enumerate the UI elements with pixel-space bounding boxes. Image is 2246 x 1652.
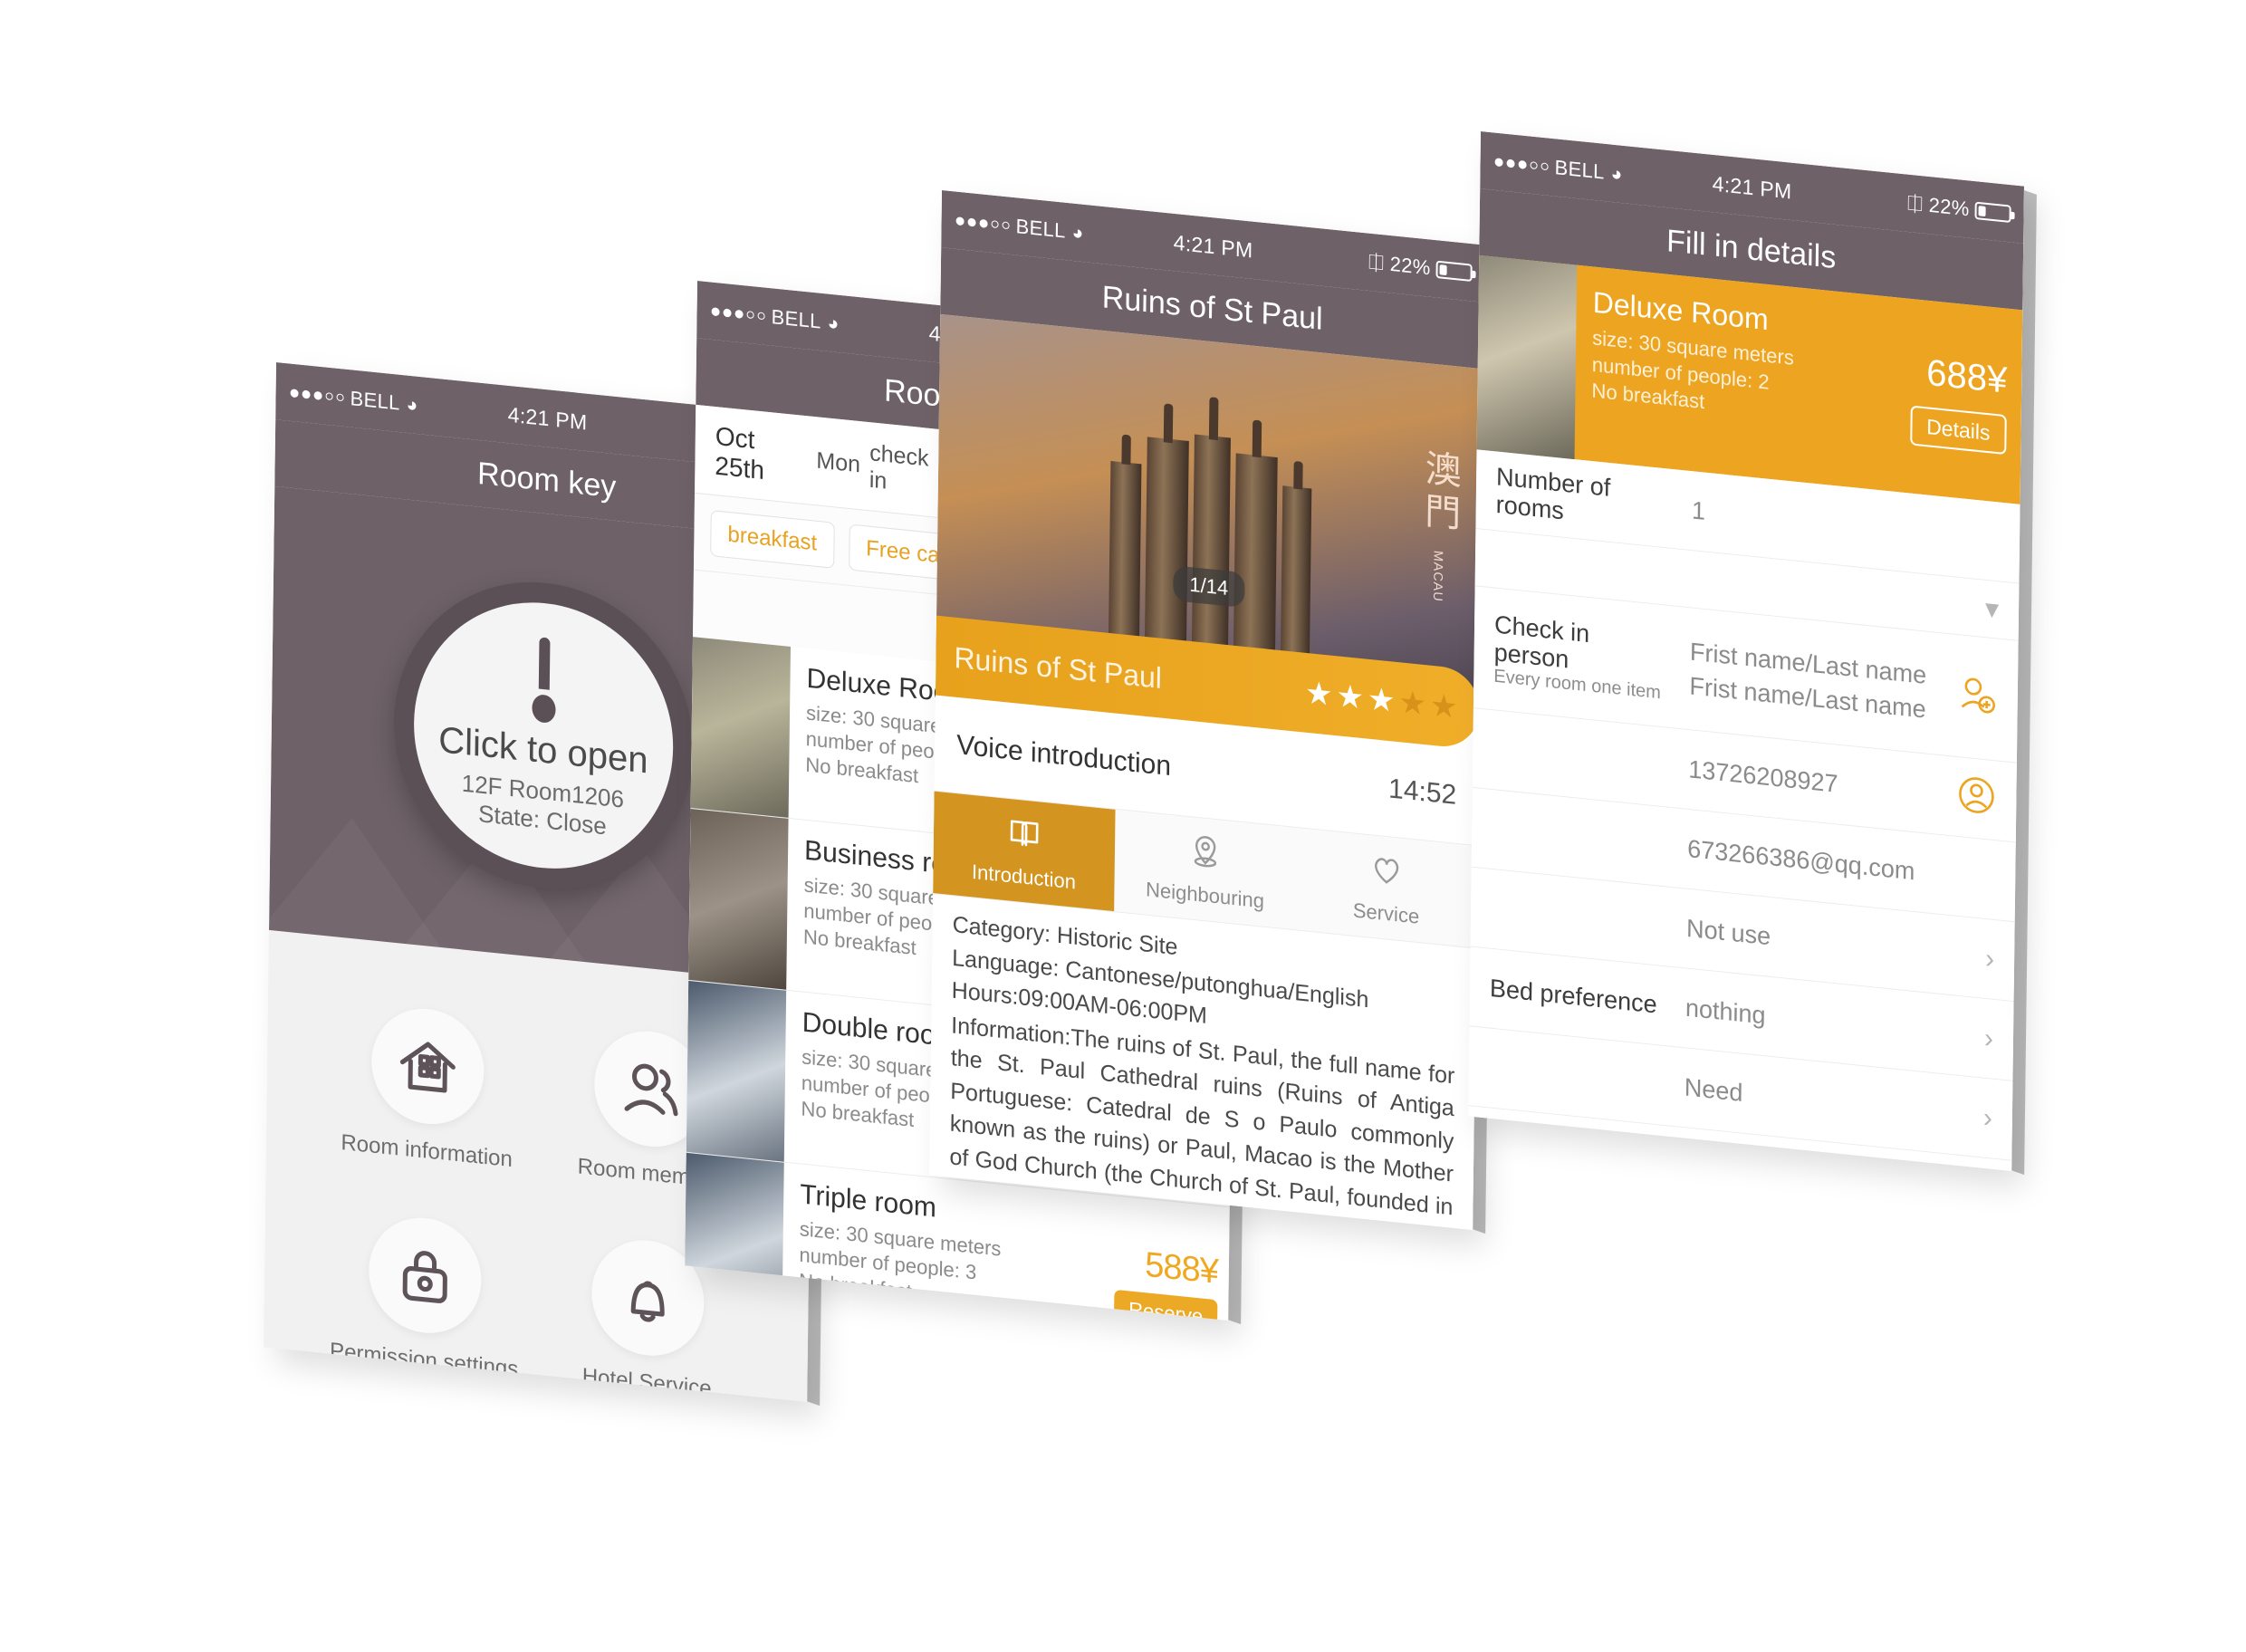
battery-icon	[1974, 201, 2011, 223]
field-value: 1	[1691, 495, 1706, 525]
details-button[interactable]: Details	[1909, 405, 2007, 456]
chevron-right-icon: ›	[1984, 943, 1995, 975]
bluetooth-icon: ⎅	[1368, 249, 1385, 275]
field-value: 13726208927	[1688, 754, 1838, 799]
place-title: Ruins of St Paul	[954, 639, 1163, 695]
field-value: nothing	[1684, 994, 1766, 1030]
chevron-right-icon: ›	[1982, 1101, 1993, 1134]
mockup-stage: BELL ◕ 4:21 PM ⎅ 22% Room key Click t	[0, 0, 2246, 1652]
map-pin-icon	[1187, 831, 1224, 878]
lock-icon	[368, 1212, 483, 1339]
battery-percent: 22%	[1928, 193, 1970, 221]
house-icon	[370, 1003, 485, 1130]
checkin-selector[interactable]: Oct 25th Mon check in ›	[695, 418, 968, 506]
battery-percent: 22%	[1389, 252, 1431, 280]
field-label: Bed preference	[1489, 973, 1657, 1019]
room-thumbnail	[1476, 255, 1578, 460]
macau-watermark: 澳門 MACAU	[1418, 447, 1461, 603]
user-circle-icon[interactable]	[1956, 773, 1997, 825]
battery-icon	[1435, 260, 1473, 282]
field-label: Number of rooms	[1495, 462, 1611, 525]
tab-label: Introduction	[971, 860, 1077, 894]
checkin-date: Oct 25th	[715, 420, 765, 485]
room-thumbnail	[686, 980, 787, 1162]
status-right: ⎅ 22%	[1907, 191, 2011, 226]
room-thumbnail	[690, 637, 791, 818]
checkin-day: Mon	[816, 447, 861, 478]
chip-breakfast[interactable]: breakfast	[710, 509, 835, 569]
chevron-down-icon: ▾	[1984, 593, 2000, 626]
chevron-right-icon: ›	[1983, 1022, 1994, 1054]
tab-label: Service	[1352, 898, 1420, 928]
tab-service[interactable]: Service	[1295, 828, 1477, 948]
field-value: Frist name/Last name Frist name/Last nam…	[1689, 635, 1933, 726]
field-value: 673266386@qq.com	[1687, 834, 1915, 886]
field-sublabel: Every room one item	[1493, 666, 1662, 704]
book-icon	[1006, 813, 1043, 860]
tab-neighbouring[interactable]: Neighbouring	[1114, 810, 1296, 930]
heart-icon	[1368, 850, 1406, 896]
tile-label: Permission settings	[329, 1338, 519, 1382]
bluetooth-icon: ⎅	[1906, 190, 1924, 216]
key-icon	[532, 636, 556, 724]
voice-label: Voice introduction	[956, 729, 1172, 782]
tile-label: Room information	[341, 1129, 514, 1173]
field-label: Check in person Every room one item	[1493, 610, 1666, 704]
room-price: 588¥	[1144, 1245, 1219, 1292]
tile-label: Hotel Service	[581, 1363, 712, 1402]
tab-introduction[interactable]: Introduction	[933, 791, 1116, 912]
tab-label: Neighbouring	[1145, 877, 1265, 913]
field-value: Not use	[1685, 914, 1771, 951]
unionpay-logo-icon	[1486, 1169, 1538, 1171]
voice-duration: 14:52	[1387, 773, 1457, 811]
tile-room-information[interactable]: Room information	[341, 1001, 514, 1174]
field-value: Need	[1684, 1072, 1743, 1108]
photo-counter-badge: 1/14	[1173, 565, 1245, 609]
reserve-button[interactable]: Reserve	[1113, 1289, 1218, 1321]
add-user-icon[interactable]	[1955, 670, 1998, 725]
room-price: 688¥	[1925, 351, 2008, 401]
tile-permission-settings[interactable]: Permission settings	[330, 1208, 520, 1383]
status-right: ⎅ 22%	[1368, 250, 1473, 284]
rating-stars: ★★★★★	[1304, 675, 1462, 726]
room-thumbnail	[688, 808, 789, 990]
booking-form: Number of rooms 1 ▾ Check in person Ever…	[1468, 449, 2020, 1161]
place-info: Category: Historic Site Language: Canton…	[929, 893, 1477, 1230]
